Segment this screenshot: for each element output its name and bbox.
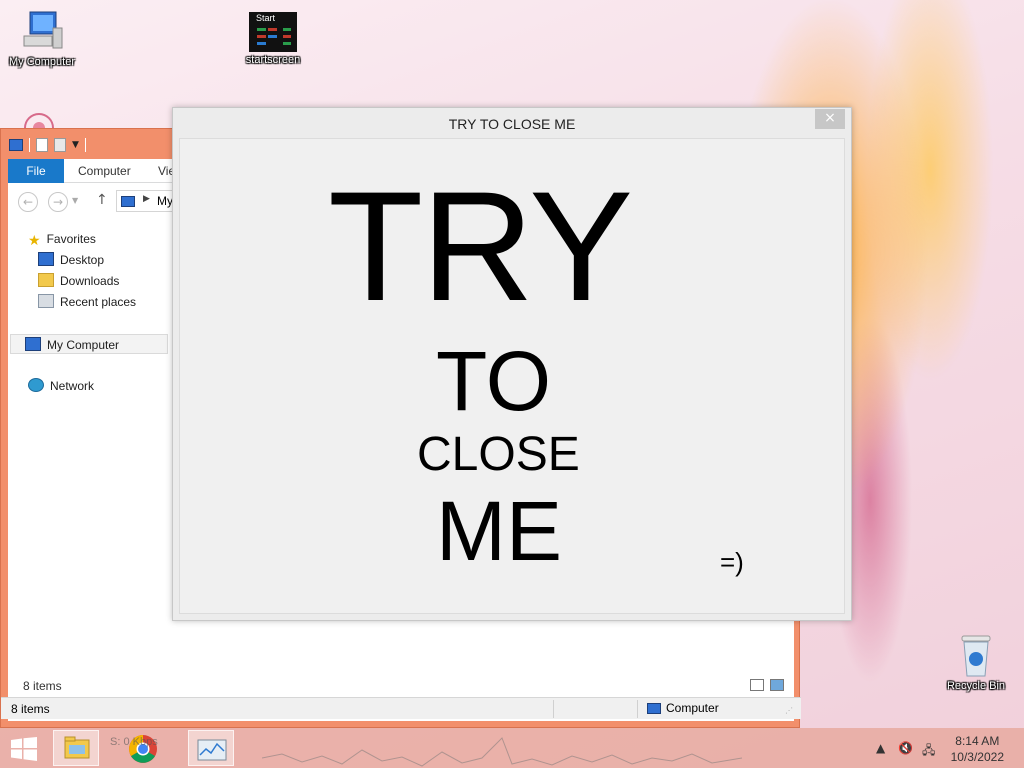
smiley-text: =)	[720, 547, 744, 577]
computer-small-icon	[25, 337, 41, 351]
nav-my-computer[interactable]: My Computer	[10, 334, 168, 354]
startscreen-thumb-text: Start	[256, 13, 276, 23]
large-icons-view-icon[interactable]	[770, 679, 784, 691]
word-to: TO	[436, 334, 552, 428]
new-folder-icon[interactable]	[54, 138, 66, 152]
network-speed-text: S: 0 Kbps	[110, 736, 158, 748]
word-try: TRY	[328, 160, 633, 334]
up-arrow-icon[interactable]: ↑	[96, 192, 108, 208]
recent-places-icon	[38, 294, 54, 308]
popup-content: TRY TO CLOSE ME =)	[179, 138, 845, 614]
nav-downloads-label: Downloads	[60, 274, 120, 288]
flower-decoration	[16, 110, 62, 143]
desktop-folder-icon	[38, 252, 54, 266]
nav-desktop-label: Desktop	[60, 253, 105, 267]
windows-start-button[interactable]	[10, 737, 38, 761]
nav-network-label: Network	[50, 379, 95, 393]
volume-muted-icon[interactable]: 🔇	[898, 741, 913, 755]
details-view-icon[interactable]	[750, 679, 764, 691]
quick-access-toolbar: ▼	[9, 135, 86, 155]
startscreen-icon: Start	[249, 12, 297, 52]
title-bar[interactable]: TRY TO CLOSE ME ×	[173, 108, 851, 138]
desktop-icon-my-computer[interactable]: My Computer	[0, 8, 84, 68]
star-icon: ★	[28, 232, 41, 248]
word-close: CLOSE	[417, 428, 580, 481]
status-location: Computer	[666, 701, 719, 715]
close-button[interactable]: ×	[815, 109, 845, 129]
taskbar-file-explorer[interactable]	[53, 730, 99, 766]
nav-favorites[interactable]: ★ Favorites	[28, 229, 96, 249]
forward-button[interactable]: →	[48, 192, 68, 212]
show-hidden-icons-chevron-icon[interactable]: ▲	[876, 741, 885, 755]
chevron-right-icon: ▶	[143, 194, 150, 204]
computer-small-icon	[121, 196, 135, 207]
nav-downloads[interactable]: Downloads	[38, 271, 119, 291]
address-text: My	[157, 194, 173, 208]
network-tray-icon[interactable]: 🖧	[922, 741, 935, 762]
nav-favorites-label: Favorites	[46, 232, 96, 246]
tab-computer[interactable]: Computer	[78, 159, 131, 183]
resize-grip-icon[interactable]: ⋰	[785, 706, 793, 715]
nav-recent-label: Recent places	[60, 295, 137, 309]
recent-locations-chevron-icon[interactable]: ▼	[72, 196, 78, 205]
items-count: 8 items	[23, 679, 62, 693]
desktop-icon-recycle-bin[interactable]: Recycle Bin	[934, 632, 1018, 692]
desktop-icon-startscreen[interactable]: Start startscreen	[231, 12, 315, 66]
clock[interactable]: 8:14 AM 10/3/2022	[951, 733, 1004, 765]
window-title: TRY TO CLOSE ME	[448, 116, 576, 132]
computer-small-icon	[9, 139, 23, 151]
resource-monitor-icon	[197, 739, 227, 761]
nav-recent-places[interactable]: Recent places	[38, 292, 136, 312]
address-field[interactable]: ▶ My	[116, 190, 176, 212]
status-bar: 8 items Computer ⋰	[1, 697, 801, 719]
back-button[interactable]: ←	[18, 192, 38, 212]
view-toggle	[750, 679, 784, 691]
taskbar: S: 0 Kbps ▲ 🔇 🖧 8:14 AM 10/3/2022	[0, 728, 1024, 768]
properties-icon[interactable]	[36, 138, 48, 152]
nav-network[interactable]: Network	[28, 376, 94, 396]
clock-date: 10/3/2022	[950, 750, 1004, 764]
nav-desktop[interactable]: Desktop	[38, 250, 104, 270]
windows-logo-icon	[11, 737, 37, 761]
chevron-down-icon[interactable]: ▼	[72, 140, 79, 150]
network-icon	[28, 378, 44, 392]
taskbar-monitor-app[interactable]	[188, 730, 234, 766]
nav-my-computer-label: My Computer	[47, 338, 120, 352]
word-me: ME	[436, 484, 562, 578]
activity-graph-background	[262, 737, 742, 767]
try-to-close-window[interactable]: TRY TO CLOSE ME × TRY TO CLOSE ME =)	[172, 107, 852, 621]
computer-icon	[20, 8, 64, 54]
downloads-folder-icon	[38, 273, 54, 287]
computer-small-icon	[647, 703, 661, 714]
file-explorer-icon	[64, 736, 90, 759]
desktop-icon-label: My Computer	[8, 56, 76, 68]
clock-time: 8:14 AM	[955, 734, 1000, 748]
tab-file[interactable]: File	[8, 159, 64, 183]
recycle-bin-icon	[958, 632, 994, 678]
desktop-icon-label: startscreen	[245, 54, 301, 66]
status-items: 8 items	[11, 702, 50, 716]
desktop-icon-label: Recycle Bin	[946, 680, 1006, 692]
